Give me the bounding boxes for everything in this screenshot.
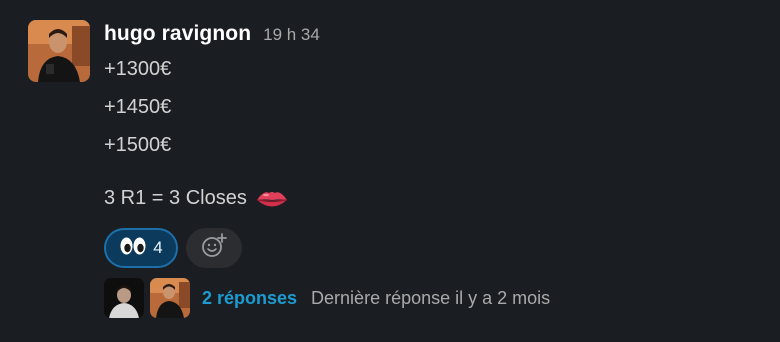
reactions-bar: 4 <box>104 228 764 268</box>
message-header: hugo ravignon 19 h 34 <box>104 22 764 50</box>
last-reply-time: Dernière réponse il y a 2 mois <box>311 287 551 308</box>
lips-icon <box>255 186 289 210</box>
reply-avatar <box>104 278 144 318</box>
message-line: +1500€ <box>104 134 172 156</box>
replies-link[interactable]: 2 réponses <box>202 288 297 309</box>
thread-summary[interactable]: 2 réponses Dernière réponse il y a 2 moi… <box>104 278 550 318</box>
closing-text: 3 R1 = 3 Closes <box>104 187 247 209</box>
reply-avatar <box>150 278 190 318</box>
author-avatar[interactable] <box>28 20 90 82</box>
eyes-icon <box>119 236 147 261</box>
author-photo <box>28 20 90 82</box>
message-content: hugo ravignon 19 h 34 +1300€ +1450€ +150… <box>104 22 764 268</box>
reaction-eyes[interactable]: 4 <box>104 228 178 268</box>
message-closing-line: 3 R1 = 3 Closes <box>104 178 764 218</box>
reaction-count: 4 <box>153 238 163 257</box>
add-reaction-button[interactable] <box>186 228 242 268</box>
add-emoji-icon <box>200 232 228 265</box>
message-line: +1450€ <box>104 96 172 118</box>
message: hugo ravignon 19 h 34 +1300€ +1450€ +150… <box>0 0 780 342</box>
author-name[interactable]: hugo ravignon <box>104 22 251 46</box>
message-timestamp[interactable]: 19 h 34 <box>263 25 320 45</box>
message-line: +1300€ <box>104 58 172 80</box>
